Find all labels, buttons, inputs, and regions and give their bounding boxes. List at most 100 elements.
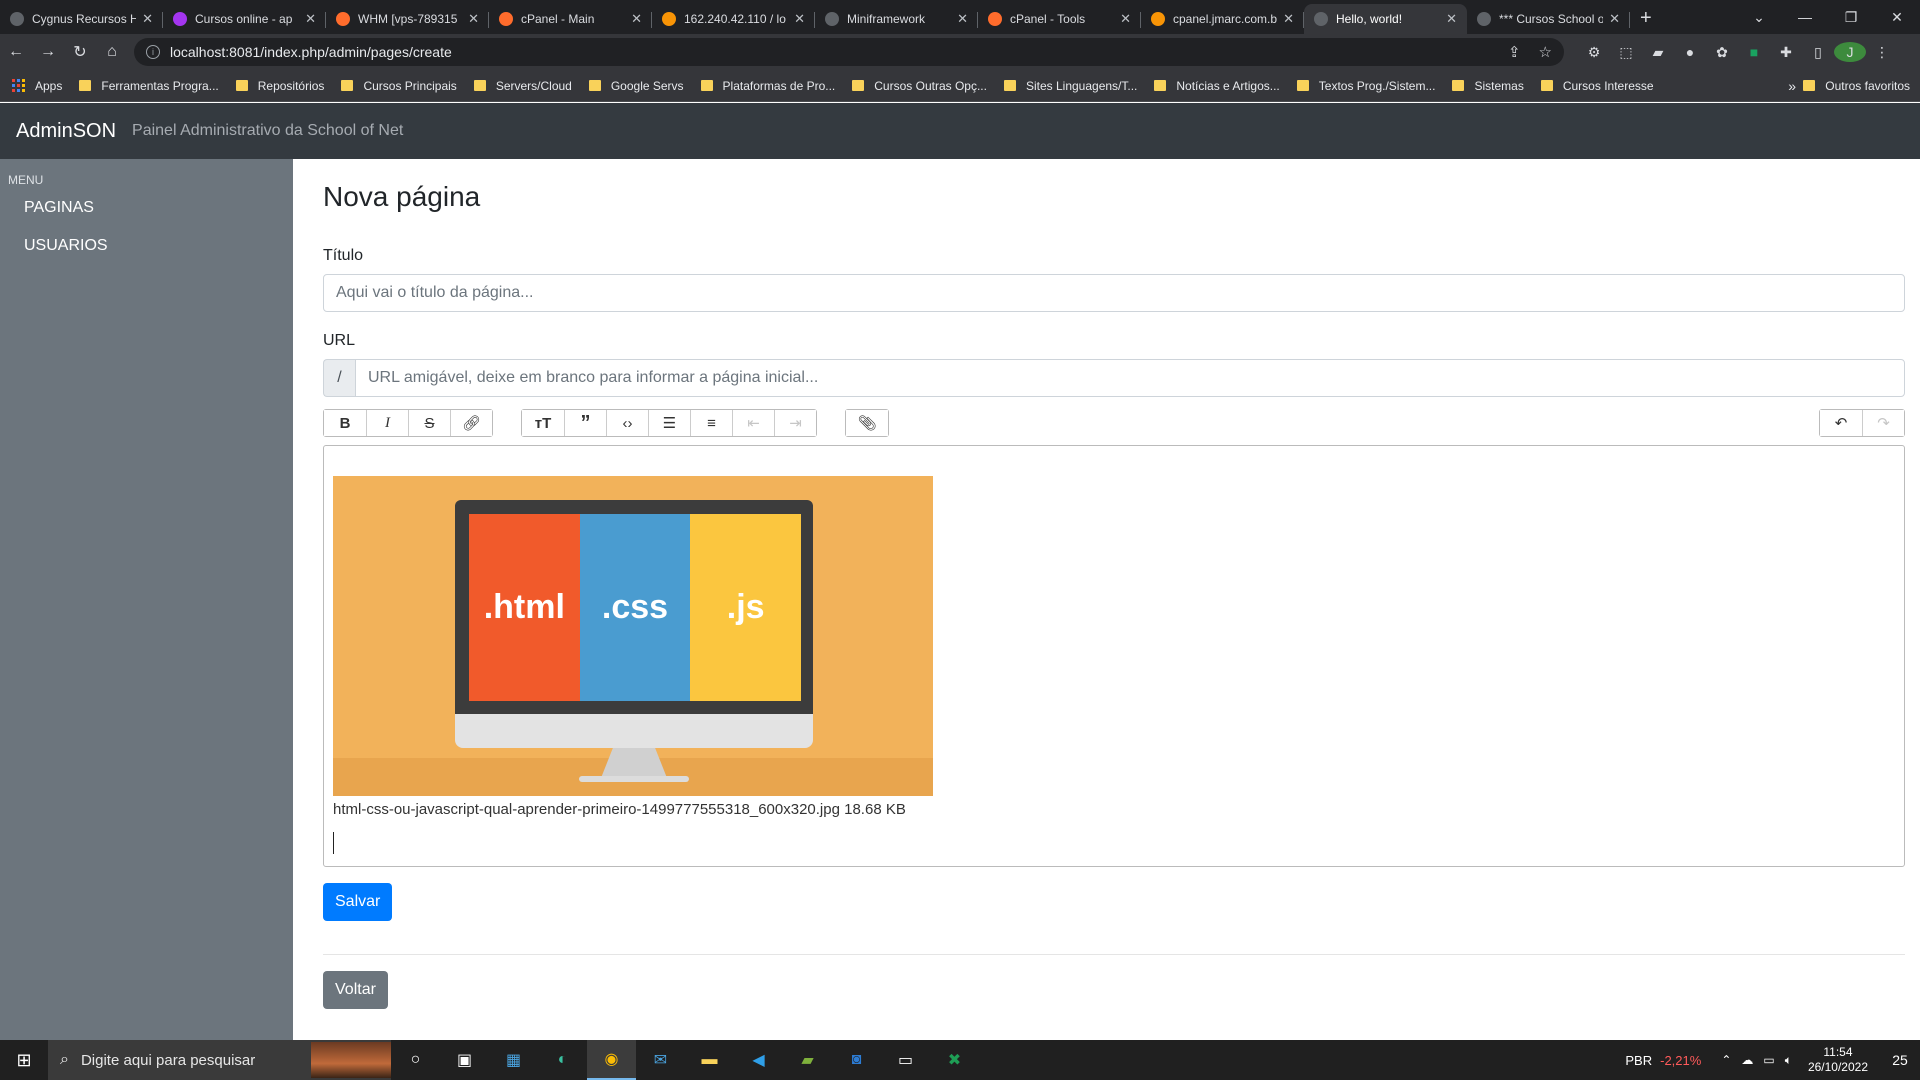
side-panel-icon[interactable]: ▯	[1802, 44, 1834, 61]
close-tab-icon[interactable]: ✕	[1120, 11, 1131, 27]
task-view-icon[interactable]: ▣	[440, 1040, 489, 1080]
network-icon[interactable]: ▭	[1763, 1053, 1774, 1067]
bookmark-folder[interactable]: Cursos Interesse	[1540, 79, 1654, 93]
close-tab-icon[interactable]: ✕	[957, 11, 968, 27]
extension-circle-icon[interactable]: ●	[1674, 44, 1706, 60]
browser-tab[interactable]: cPanel - Tools ✕	[978, 4, 1141, 34]
minimize-button[interactable]: —	[1782, 9, 1828, 25]
bookmark-folder[interactable]: Ferramentas Progra...	[79, 79, 219, 93]
browser-tab[interactable]: Cursos online - ap ✕	[163, 4, 326, 34]
rich-text-editor[interactable]: .html .css .js html-css-ou-javascript-qual…	[323, 445, 1905, 867]
sidebar-item-paginas[interactable]: PAGINAS	[0, 191, 293, 225]
redo-icon[interactable]: ↷	[1862, 410, 1904, 436]
bold-icon[interactable]: B	[324, 410, 366, 436]
bookmark-folder[interactable]: Servers/Cloud	[473, 79, 572, 93]
edge-icon[interactable]: ◐	[538, 1040, 587, 1080]
close-window-button[interactable]: ✕	[1874, 9, 1920, 26]
attachment-image[interactable]: .html .css .js	[333, 476, 933, 796]
close-tab-icon[interactable]: ✕	[468, 11, 479, 27]
browser-tab[interactable]: Cygnus Recursos H ✕	[0, 4, 163, 34]
stock-ticker[interactable]: PBR	[1625, 1053, 1652, 1068]
bookmark-folder[interactable]: Plataformas de Pro...	[700, 79, 835, 93]
notifications-badge[interactable]: 25	[1880, 1052, 1920, 1068]
profile-avatar[interactable]: J	[1834, 42, 1866, 62]
outlook-icon[interactable]: ◙	[832, 1040, 881, 1080]
excel-icon[interactable]: ✖	[930, 1040, 979, 1080]
tray-chevron-icon[interactable]: ⌃	[1721, 1053, 1731, 1067]
file-explorer-icon[interactable]: ▬	[685, 1040, 734, 1080]
undo-icon[interactable]: ↶	[1820, 410, 1862, 436]
extension-green-icon[interactable]: ■	[1738, 44, 1770, 60]
extensions-puzzle-icon[interactable]: ✚	[1770, 44, 1802, 61]
onedrive-icon[interactable]: ☁	[1741, 1053, 1753, 1067]
increase-indent-icon[interactable]: ⇥	[774, 410, 816, 436]
taskbar-search[interactable]: ⌕ Digite aqui para pesquisar	[48, 1040, 391, 1080]
mail-icon[interactable]: ✉	[636, 1040, 685, 1080]
bookmark-folder[interactable]: Repositórios	[235, 79, 324, 93]
numbered-list-icon[interactable]: ≡	[690, 410, 732, 436]
attach-file-icon[interactable]: 📎︎	[846, 410, 888, 436]
code-icon[interactable]: ‹›	[606, 410, 648, 436]
back-button[interactable]: Voltar	[323, 971, 388, 1009]
volume-icon[interactable]: 🔈︎	[1785, 1053, 1792, 1068]
strikethrough-icon[interactable]: S	[408, 410, 450, 436]
bookmark-folder[interactable]: Notícias e Artigos...	[1154, 79, 1280, 93]
sidebar-item-usuarios[interactable]: USUARIOS	[0, 229, 293, 263]
back-icon[interactable]: ←	[0, 43, 32, 61]
bookmark-folder[interactable]: Google Servs	[588, 79, 684, 93]
brand-logo[interactable]: AdminSON	[16, 120, 116, 143]
close-tab-icon[interactable]: ✕	[631, 11, 642, 27]
italic-icon[interactable]: I	[366, 410, 408, 436]
address-url[interactable]: localhost:8081/index.php/admin/pages/cre…	[170, 44, 1490, 60]
windows-start-icon[interactable]: ⊞	[0, 1050, 48, 1071]
close-tab-icon[interactable]: ✕	[1283, 11, 1294, 27]
close-tab-icon[interactable]: ✕	[142, 11, 153, 27]
extension-blue-icon[interactable]: ▰	[1642, 44, 1674, 61]
vscode-icon[interactable]: ◀	[734, 1040, 783, 1080]
decrease-indent-icon[interactable]: ⇤	[732, 410, 774, 436]
forward-icon[interactable]: →	[32, 43, 64, 61]
browser-tab[interactable]: cPanel - Main ✕	[489, 4, 652, 34]
tab-search-icon[interactable]: ⌄	[1736, 9, 1782, 26]
browser-tab[interactable]: Miniframework ✕	[815, 4, 978, 34]
share-icon[interactable]: ⇪	[1508, 43, 1521, 61]
title-input[interactable]	[323, 274, 1905, 312]
bookmark-folder[interactable]: Sistemas	[1452, 79, 1524, 93]
store-icon[interactable]: ▦	[489, 1040, 538, 1080]
bullet-list-icon[interactable]: ☰	[648, 410, 690, 436]
bookmark-apps[interactable]: Apps	[12, 78, 62, 93]
menu-kebab-icon[interactable]: ⋮	[1866, 44, 1898, 61]
extension-flower-icon[interactable]: ✿	[1706, 44, 1738, 61]
bookmark-folder[interactable]: Sites Linguagens/T...	[1003, 79, 1137, 93]
extension-screenshot-icon[interactable]: ⬚	[1610, 44, 1642, 61]
cortana-icon[interactable]: ○	[391, 1040, 440, 1080]
terminal-icon[interactable]: ▭	[881, 1040, 930, 1080]
new-tab-button[interactable]: +	[1630, 4, 1662, 34]
restore-button[interactable]: ❐	[1828, 9, 1874, 26]
close-tab-icon[interactable]: ✕	[305, 11, 316, 27]
browser-tab[interactable]: WHM [vps-789315 ✕	[326, 4, 489, 34]
heading-icon[interactable]: тT	[522, 410, 564, 436]
app-green-icon[interactable]: ▰	[783, 1040, 832, 1080]
bookmarks-overflow-button[interactable]: »	[1788, 78, 1796, 94]
bookmark-folder[interactable]: Cursos Principais	[341, 79, 457, 93]
home-icon[interactable]: ⌂	[96, 43, 128, 61]
close-tab-icon[interactable]: ✕	[1446, 11, 1457, 27]
link-icon[interactable]: 🔗︎	[450, 410, 492, 436]
browser-tab[interactable]: 162.240.42.110 / lo ✕	[652, 4, 815, 34]
browser-tab[interactable]: cpanel.jmarc.com.b ✕	[1141, 4, 1304, 34]
close-tab-icon[interactable]: ✕	[794, 11, 805, 27]
bookmark-folder[interactable]: Cursos Outras Opç...	[852, 79, 987, 93]
chrome-icon[interactable]: ◉	[587, 1040, 636, 1080]
reload-icon[interactable]: ↻	[64, 42, 96, 62]
site-info-icon[interactable]: i	[146, 45, 160, 59]
browser-tab[interactable]: Hello, world! ✕	[1304, 4, 1467, 34]
address-bar[interactable]: i localhost:8081/index.php/admin/pages/c…	[134, 38, 1564, 66]
save-button[interactable]: Salvar	[323, 883, 393, 921]
other-favorites-folder[interactable]: Outros favoritos	[1803, 79, 1910, 93]
bookmark-star-icon[interactable]: ☆	[1539, 43, 1552, 61]
bookmark-folder[interactable]: Textos Prog./Sistem...	[1296, 79, 1435, 93]
extension-gear-icon[interactable]: ⚙	[1578, 44, 1610, 61]
url-input[interactable]	[355, 359, 1905, 397]
quote-icon[interactable]: ”	[564, 410, 606, 436]
